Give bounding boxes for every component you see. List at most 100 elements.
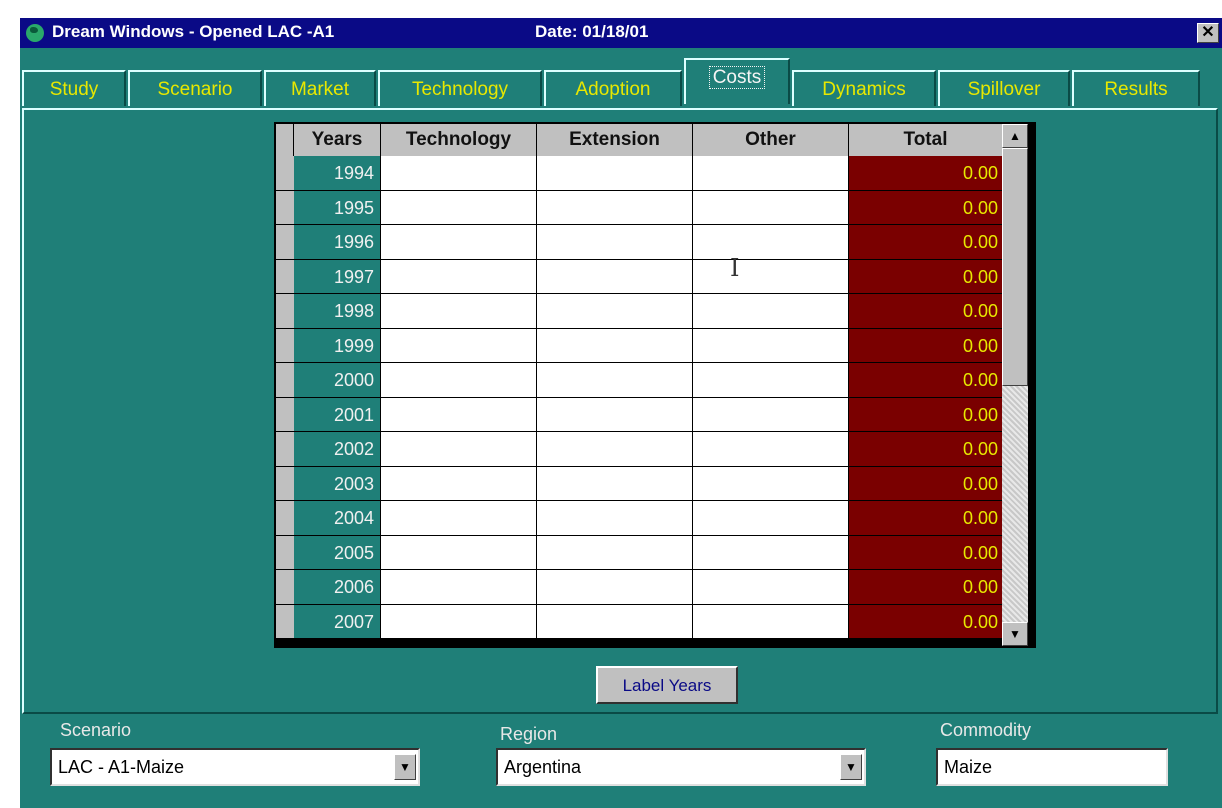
extension-cell[interactable]: [537, 535, 693, 570]
chevron-down-icon[interactable]: ▼: [394, 754, 416, 780]
row-selector-header: [276, 124, 294, 156]
tab-study[interactable]: Study: [22, 70, 126, 106]
other-cell[interactable]: [693, 570, 849, 605]
tab-adoption[interactable]: Adoption: [544, 70, 682, 106]
technology-cell[interactable]: [381, 190, 537, 225]
total-cell: 0.00: [849, 259, 1002, 294]
other-cell[interactable]: [693, 190, 849, 225]
other-cell[interactable]: [693, 363, 849, 398]
other-cell[interactable]: [693, 397, 849, 432]
row-selector[interactable]: [276, 328, 294, 363]
extension-cell[interactable]: [537, 604, 693, 639]
commodity-field[interactable]: Maize: [936, 748, 1168, 786]
row-selector[interactable]: [276, 604, 294, 639]
technology-cell[interactable]: [381, 363, 537, 398]
tab-scenario[interactable]: Scenario: [128, 70, 262, 106]
extension-cell[interactable]: [537, 432, 693, 467]
extension-cell[interactable]: [537, 156, 693, 191]
technology-cell[interactable]: [381, 328, 537, 363]
technology-cell[interactable]: [381, 501, 537, 536]
other-cell[interactable]: [693, 501, 849, 536]
year-cell: 2005: [294, 535, 381, 570]
extension-cell[interactable]: [537, 225, 693, 260]
extension-cell[interactable]: [537, 190, 693, 225]
other-cell[interactable]: [693, 535, 849, 570]
window-title: Dream Windows - Opened LAC -A1: [52, 22, 335, 41]
row-selector[interactable]: [276, 466, 294, 501]
extension-cell[interactable]: [537, 294, 693, 329]
scroll-up-icon[interactable]: ▲: [1002, 124, 1028, 148]
vertical-scrollbar[interactable]: ▲ ▼: [1002, 124, 1028, 646]
chevron-down-icon[interactable]: ▼: [840, 754, 862, 780]
technology-cell[interactable]: [381, 225, 537, 260]
row-selector[interactable]: [276, 397, 294, 432]
globe-icon: [26, 24, 44, 42]
scenario-value: LAC - A1-Maize: [58, 757, 185, 777]
label-years-button[interactable]: Label Years: [596, 666, 738, 704]
technology-cell[interactable]: [381, 156, 537, 191]
header-total: Total: [849, 124, 1002, 156]
other-cell[interactable]: [693, 432, 849, 467]
header-other: Other: [693, 124, 849, 156]
scenario-select[interactable]: LAC - A1-Maize ▼: [50, 748, 420, 786]
extension-cell[interactable]: [537, 466, 693, 501]
scroll-thumb[interactable]: [1002, 148, 1028, 386]
row-selector[interactable]: [276, 432, 294, 467]
other-cell[interactable]: [693, 328, 849, 363]
year-cell: 2002: [294, 432, 381, 467]
row-selector[interactable]: [276, 294, 294, 329]
tab-market[interactable]: Market: [264, 70, 376, 106]
year-cell: 2006: [294, 570, 381, 605]
row-selector[interactable]: [276, 190, 294, 225]
other-cell[interactable]: [693, 466, 849, 501]
year-cell: 1998: [294, 294, 381, 329]
tab-results[interactable]: Results: [1072, 70, 1200, 106]
tab-costs[interactable]: Costs: [684, 58, 790, 104]
tab-label: Scenario: [157, 79, 233, 100]
date-label: Date: 01/18/01: [535, 22, 649, 41]
scroll-down-icon[interactable]: ▼: [1002, 622, 1028, 646]
other-cell[interactable]: [693, 259, 849, 294]
tab-technology[interactable]: Technology: [378, 70, 542, 106]
other-cell[interactable]: [693, 294, 849, 329]
row-selector[interactable]: [276, 535, 294, 570]
region-value: Argentina: [504, 757, 582, 777]
scenario-label: Scenario: [60, 720, 132, 740]
extension-cell[interactable]: [537, 363, 693, 398]
region-select[interactable]: Argentina ▼: [496, 748, 866, 786]
technology-cell[interactable]: [381, 604, 537, 639]
close-button[interactable]: ✕: [1197, 23, 1219, 43]
tab-label: Dynamics: [822, 79, 906, 100]
other-cell[interactable]: [693, 225, 849, 260]
row-selector[interactable]: [276, 501, 294, 536]
text-cursor-icon: I: [730, 254, 740, 282]
extension-cell[interactable]: [537, 328, 693, 363]
other-cell[interactable]: [693, 604, 849, 639]
total-cell: 0.00: [849, 535, 1002, 570]
extension-cell[interactable]: [537, 259, 693, 294]
technology-cell[interactable]: [381, 466, 537, 501]
row-selector[interactable]: [276, 570, 294, 605]
technology-cell[interactable]: [381, 570, 537, 605]
row-selector[interactable]: [276, 225, 294, 260]
extension-cell[interactable]: [537, 501, 693, 536]
tab-dynamics[interactable]: Dynamics: [792, 70, 936, 106]
technology-cell[interactable]: [381, 535, 537, 570]
technology-cell[interactable]: [381, 294, 537, 329]
other-cell[interactable]: [693, 156, 849, 191]
row-selector[interactable]: [276, 156, 294, 191]
tab-spillover[interactable]: Spillover: [938, 70, 1070, 106]
row-selector[interactable]: [276, 363, 294, 398]
header-years: Years: [294, 124, 381, 156]
extension-cell[interactable]: [537, 570, 693, 605]
technology-cell[interactable]: [381, 259, 537, 294]
technology-cell[interactable]: [381, 397, 537, 432]
technology-cell[interactable]: [381, 432, 537, 467]
row-selector[interactable]: [276, 259, 294, 294]
extension-cell[interactable]: [537, 397, 693, 432]
year-cell: 1999: [294, 328, 381, 363]
scroll-track[interactable]: [1002, 386, 1028, 622]
commodity-value: Maize: [944, 757, 993, 777]
total-cell: 0.00: [849, 466, 1002, 501]
tab-label: Adoption: [575, 79, 651, 100]
